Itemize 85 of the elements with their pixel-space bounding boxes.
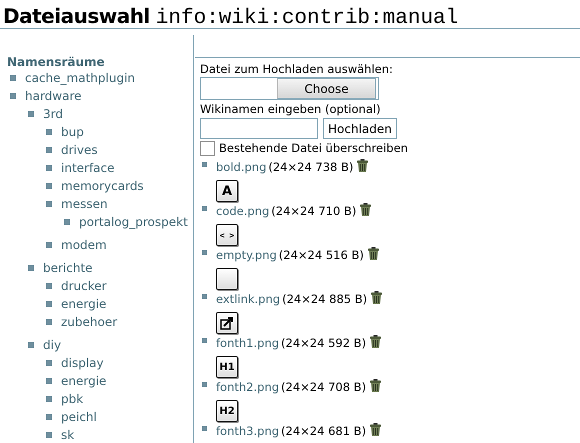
file-link[interactable]: empty.png [216,248,277,263]
bullet-icon [46,360,52,366]
namespace-link[interactable]: portalog_prospekt [79,215,188,229]
bullet-icon [202,206,207,211]
namespace-link[interactable]: cache_mathplugin [25,71,136,85]
bullet-icon [202,426,207,431]
trash-icon[interactable] [360,203,372,216]
file-info: (24×24 710 B) [271,204,356,219]
bullet-icon [46,300,52,307]
bullet-icon [10,74,16,81]
trash-icon[interactable] [370,335,382,348]
file-info: (24×24 885 B) [282,292,368,307]
bullet-icon [202,338,207,343]
bullet-icon [46,432,52,438]
image-preview: H1 [216,356,238,378]
namespace-link[interactable]: zubehoer [61,315,118,329]
bullet-icon [46,146,52,153]
bullet-icon [46,414,52,420]
trash-icon[interactable] [370,379,382,392]
file-info: (24×24 708 B) [281,380,366,395]
sidebar-heading: Namensräume [7,55,105,69]
trash-icon[interactable] [371,291,382,304]
namespace-link[interactable]: drucker [61,279,107,293]
bullet-icon [46,200,52,207]
bullet-icon [46,128,52,135]
bullet-icon [202,382,207,387]
namespace-link[interactable]: diy [43,338,62,352]
image-preview [216,268,238,290]
upload-button[interactable]: Hochladen [323,118,397,139]
bullet-icon [202,162,207,167]
bullet-icon [46,282,52,289]
file-link[interactable]: fonth2.png [216,380,280,395]
file-link[interactable]: extlink.png [216,292,280,307]
namespace-link[interactable]: drives [61,143,98,157]
file-link[interactable]: fonth3.png [216,424,280,439]
checkbox-label: Bestehende Datei überschreiben [219,141,408,156]
namespace-link[interactable]: energie [61,297,106,311]
namespace-link[interactable]: berichte [43,261,93,275]
bullet-icon [46,164,52,171]
trash-icon[interactable] [368,247,379,260]
namespace-link[interactable]: hardware [25,89,82,103]
overwrite-checkbox[interactable] [200,141,215,156]
external-link-icon [216,312,238,334]
namespace-link[interactable]: display [61,356,104,370]
namespace-link[interactable]: modem [61,238,107,252]
namespace-link[interactable]: sk [61,428,74,442]
namespace-link[interactable]: bup [61,125,84,139]
namespace-link[interactable]: messen [61,197,108,211]
field-label: Datei zum Hochladen auswählen: [200,62,394,77]
choose-button[interactable]: Choose [277,78,376,99]
bullet-icon [64,218,70,225]
image-preview: A [216,180,238,202]
file-info: (24×24 516 B) [278,248,364,263]
trash-icon[interactable] [357,159,368,172]
bullet-icon [46,182,52,189]
bullet-icon [202,250,207,255]
file-link[interactable]: fonth1.png [216,336,280,351]
page-title: Dateiauswahl [3,4,150,28]
bullet-icon [28,110,34,117]
field-label: Wikinamen eingeben (optional) [200,102,382,117]
bullet-icon [28,264,34,271]
bullet-icon [10,92,16,99]
namespace-link[interactable]: 3rd [43,107,63,121]
namespace-link[interactable]: interface [61,161,115,175]
trash-icon[interactable] [370,423,382,436]
namespace-path: info:wiki:contrib:manual [156,7,458,30]
namespace-link[interactable]: pbk [61,392,84,406]
file-link[interactable]: code.png [216,204,270,219]
bullet-icon [46,396,52,402]
name-field[interactable] [200,118,318,139]
file-link[interactable]: bold.png [216,160,266,175]
file-info: (24×24 681 B) [281,424,366,439]
image-preview: H2 [216,400,238,422]
file-info: (24×24 738 B) [268,160,354,175]
bullet-icon [46,242,52,248]
bullet-icon [202,294,207,299]
file-info: (24×24 592 B) [281,336,366,351]
file-field[interactable]: Choose [200,77,379,100]
bullet-icon [46,378,52,384]
namespace-link[interactable]: peichl [61,410,97,424]
image-preview: < > [216,224,238,246]
namespace-link[interactable]: memorycards [61,179,144,193]
namespace-link[interactable]: energie [61,374,106,388]
bullet-icon [46,318,52,325]
bullet-icon [28,342,34,348]
